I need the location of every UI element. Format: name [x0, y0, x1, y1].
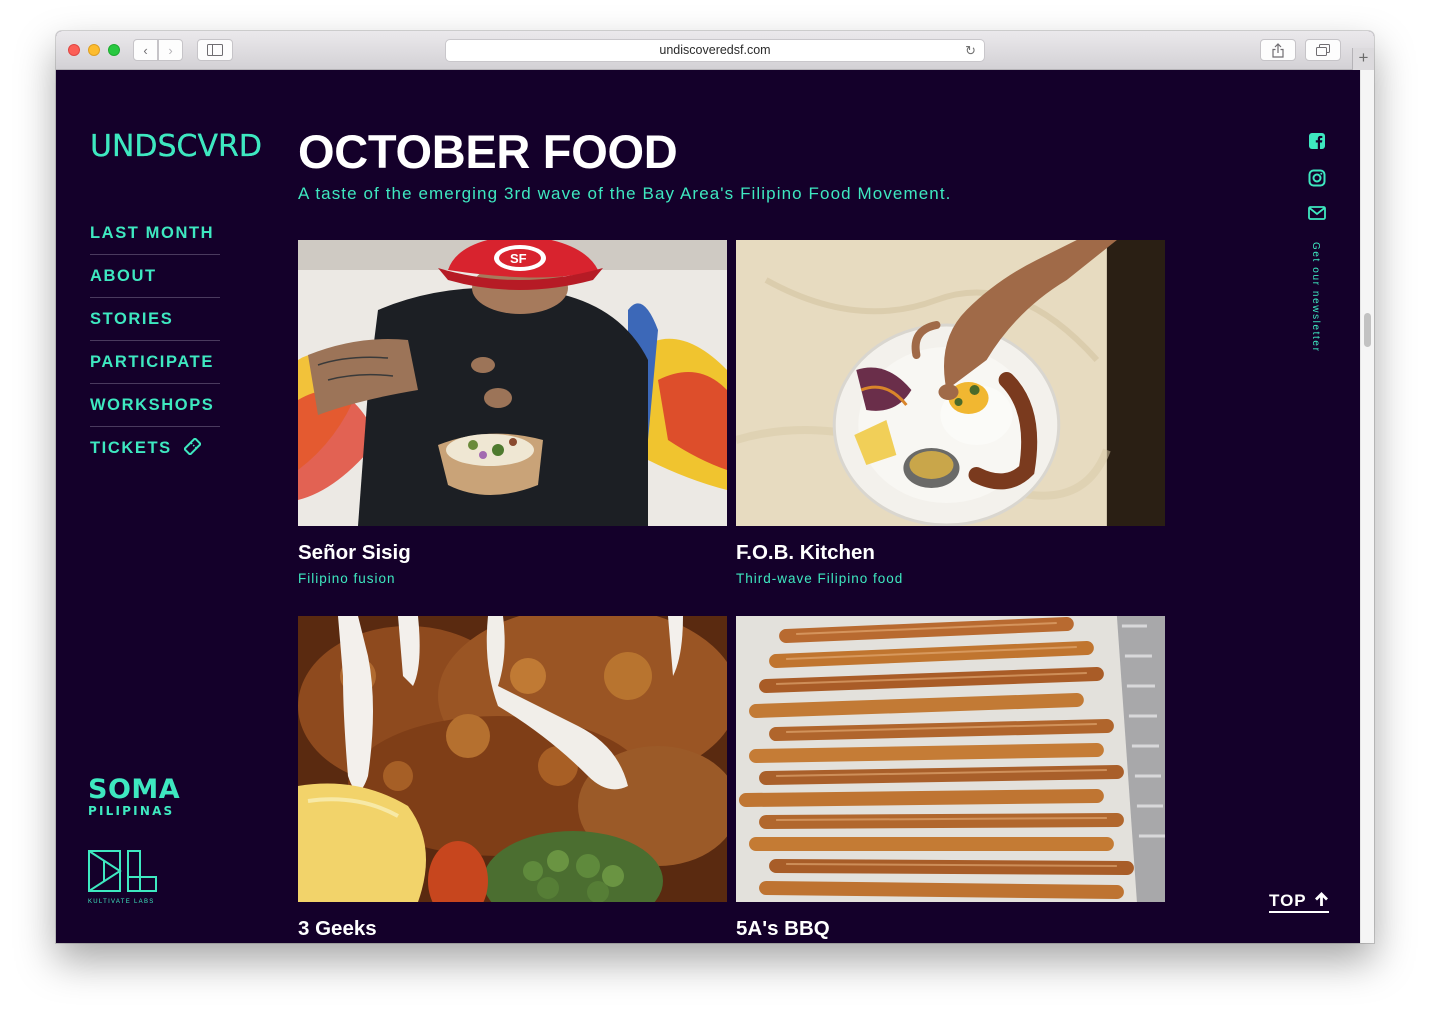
- vendor-photo[interactable]: [736, 616, 1165, 902]
- address-bar[interactable]: undiscoveredsf.com ↻: [445, 39, 985, 62]
- chevron-right-icon: ›: [168, 42, 173, 58]
- sidebar-icon: [207, 44, 223, 56]
- vendor-name[interactable]: F.O.B. Kitchen: [736, 541, 1164, 565]
- page-title: OCTOBER FOOD: [298, 125, 678, 178]
- site-logo[interactable]: UNDSCVRD: [90, 131, 262, 162]
- scrollbar-thumb[interactable]: [1364, 313, 1371, 347]
- email-icon[interactable]: [1308, 206, 1326, 220]
- vendor-photo[interactable]: SF: [298, 240, 727, 526]
- top-label: TOP: [1269, 891, 1307, 910]
- soma-logo-subtext: PILIPINAS: [88, 804, 175, 818]
- vendor-card[interactable]: F.O.B. Kitchen Third-wave Filipino food: [736, 240, 1165, 586]
- share-icon: [1272, 42, 1284, 58]
- social-links: [1308, 132, 1326, 239]
- nav-last-month[interactable]: LAST MONTH: [90, 212, 220, 255]
- vendor-card[interactable]: 5A's BBQ: [736, 616, 1165, 941]
- kultivate-labs-label: KULTIVATE LABS: [88, 899, 155, 905]
- minimize-window-button[interactable]: [88, 44, 100, 56]
- kultivate-labs-mark: [88, 850, 157, 892]
- chevron-left-icon: ‹: [143, 42, 148, 58]
- soma-logo-text: SOMA: [88, 774, 181, 805]
- nav-workshops[interactable]: WORKSHOPS: [90, 384, 220, 427]
- nav-label: ABOUT: [90, 267, 157, 285]
- svg-text:SF: SF: [510, 251, 527, 266]
- sidebar-toggle-button[interactable]: [197, 39, 233, 61]
- kultivate-labs-logo[interactable]: KULTIVATE LABS: [88, 850, 158, 905]
- vendor-name[interactable]: 5A's BBQ: [736, 917, 1164, 941]
- nav-stories[interactable]: STORIES: [90, 298, 220, 341]
- nav-participate[interactable]: PARTICIPATE: [90, 341, 220, 384]
- main-nav: LAST MONTH ABOUT STORIES PARTICIPATE WOR…: [90, 212, 220, 470]
- nav-label: STORIES: [90, 310, 174, 328]
- url-text: undiscoveredsf.com: [659, 43, 771, 57]
- vendor-name[interactable]: Señor Sisig: [298, 541, 727, 565]
- arrow-up-icon: [1315, 892, 1329, 906]
- newsletter-link[interactable]: Get our newsletter: [1310, 242, 1321, 353]
- nav-about[interactable]: ABOUT: [90, 255, 220, 298]
- reload-icon[interactable]: ↻: [965, 40, 976, 61]
- facebook-icon[interactable]: [1308, 132, 1326, 150]
- vendor-photo[interactable]: [298, 616, 727, 902]
- page-scrollbar[interactable]: [1360, 70, 1374, 943]
- vendor-card[interactable]: SF Señor Sisig Filipino fusion: [298, 240, 727, 586]
- browser-toolbar: ‹ › undiscoveredsf.com ↻ +: [56, 31, 1374, 70]
- web-page: UNDSCVRD LAST MONTH ABOUT STORIES PARTIC…: [56, 70, 1360, 943]
- vendor-card[interactable]: 3 Geeks: [298, 616, 727, 941]
- browser-window: ‹ › undiscoveredsf.com ↻ + UNDSCVRD LAST…: [56, 31, 1374, 943]
- nav-label: TICKETS: [90, 439, 172, 457]
- vendor-description: Third-wave Filipino food: [736, 570, 904, 586]
- ticket-icon: [183, 438, 201, 455]
- nav-tickets[interactable]: TICKETS: [90, 427, 220, 470]
- show-tabs-button[interactable]: [1305, 39, 1341, 61]
- zoom-window-button[interactable]: [108, 44, 120, 56]
- nav-label: LAST MONTH: [90, 224, 215, 242]
- instagram-icon[interactable]: [1308, 169, 1326, 187]
- soma-pilipinas-logo[interactable]: SOMA PILIPINAS: [88, 776, 180, 818]
- tabs-icon: [1316, 44, 1330, 56]
- nav-label: WORKSHOPS: [90, 396, 215, 414]
- forward-button[interactable]: ›: [158, 39, 183, 61]
- vendor-name[interactable]: 3 Geeks: [298, 917, 727, 941]
- share-button[interactable]: [1260, 39, 1296, 61]
- new-tab-button[interactable]: +: [1352, 48, 1374, 70]
- vendor-description: Filipino fusion: [298, 570, 396, 586]
- vendor-photo[interactable]: [736, 240, 1165, 526]
- close-window-button[interactable]: [68, 44, 80, 56]
- back-button[interactable]: ‹: [133, 39, 158, 61]
- nav-label: PARTICIPATE: [90, 353, 214, 371]
- back-to-top-link[interactable]: TOP: [1269, 891, 1330, 913]
- page-subtitle: A taste of the emerging 3rd wave of the …: [298, 184, 952, 203]
